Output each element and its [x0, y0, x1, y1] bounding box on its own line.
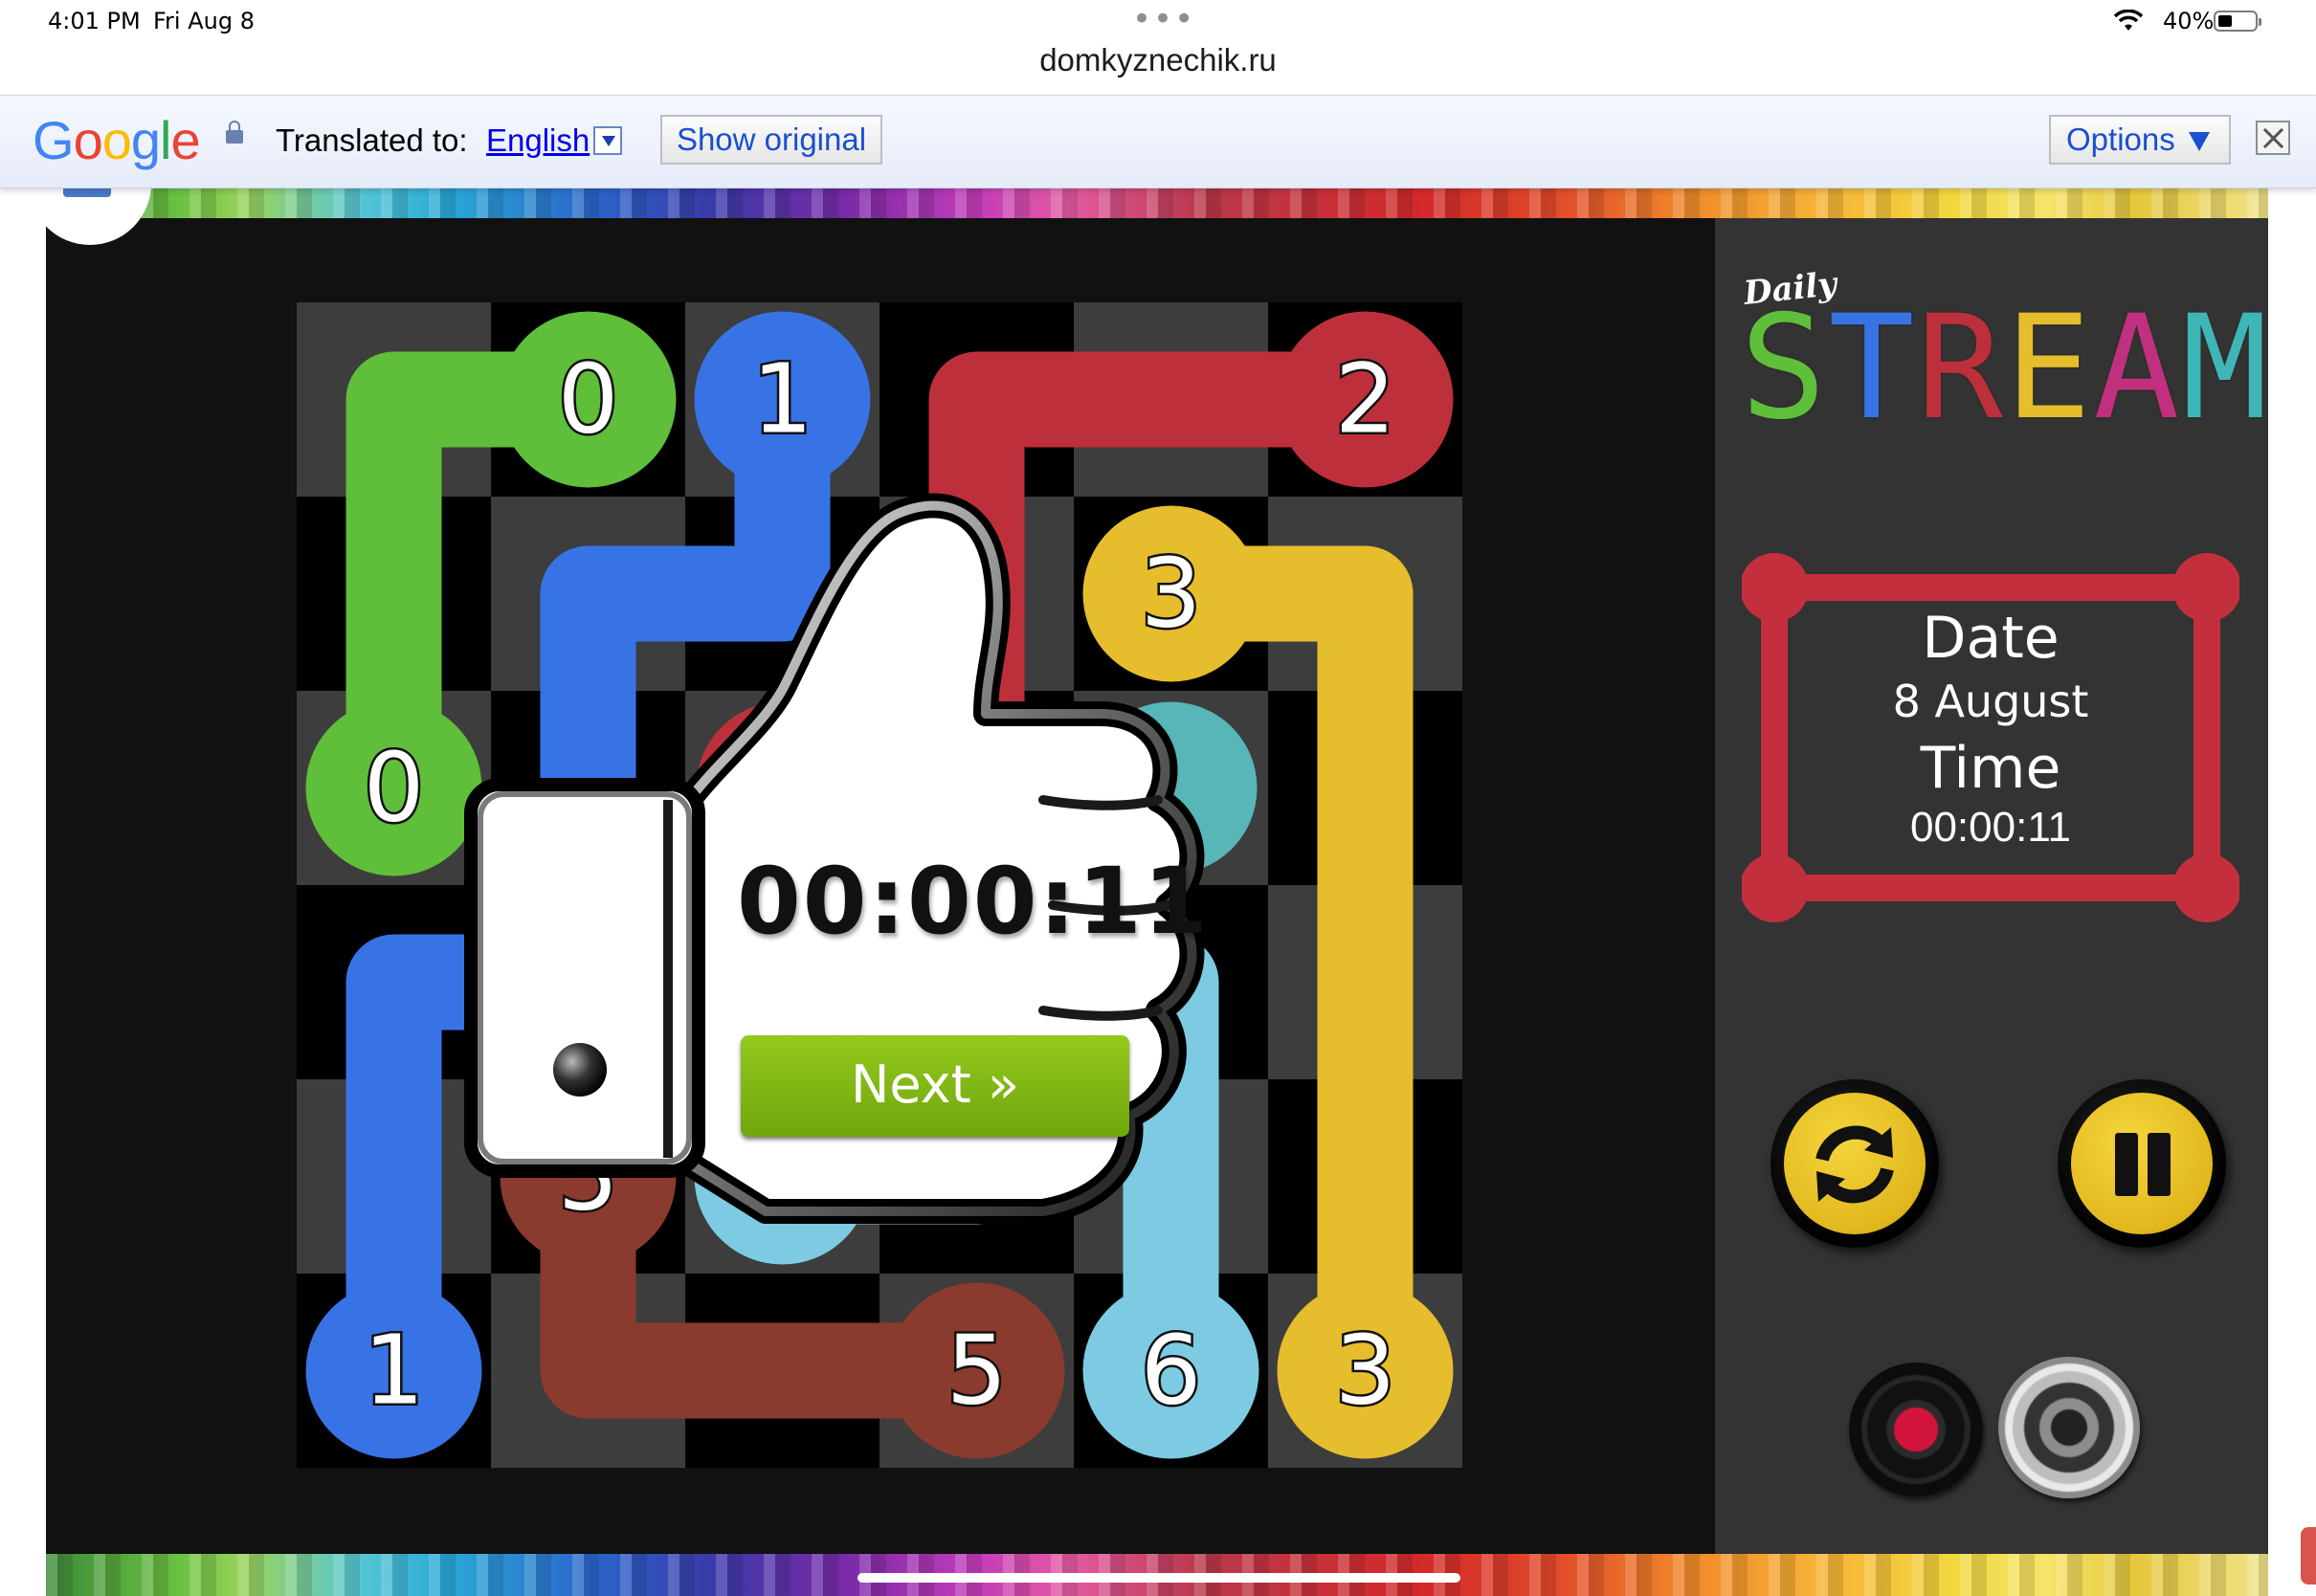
battery-level [2218, 15, 2233, 27]
restart-button[interactable] [1770, 1079, 1939, 1248]
wifi-icon [2113, 10, 2144, 31]
win-time: 00:00:11 [737, 848, 1210, 955]
thumb-cuff [464, 778, 705, 1178]
decorative-stripe-top [46, 188, 2268, 218]
status-time: 4:01 PM [48, 8, 141, 34]
pause-icon [2071, 1093, 2213, 1234]
home-indicator[interactable] [857, 1573, 1460, 1583]
pause-button[interactable] [2058, 1079, 2226, 1248]
flow-endpoint-label: 0 [364, 732, 425, 844]
show-original-button[interactable]: Show original [660, 115, 882, 165]
multitasking-dots-icon[interactable]: ••• [1132, 0, 1195, 38]
logo-letter: S [1740, 285, 1829, 452]
logo-letter: A [2093, 285, 2182, 452]
refresh-icon [1815, 1125, 1894, 1204]
battery-icon [2214, 11, 2261, 32]
logo-letter: T [1828, 285, 1917, 452]
close-icon[interactable] [2256, 121, 2290, 155]
options-label: Options [2066, 122, 2175, 157]
flow-endpoint-label: 5 [946, 1315, 1008, 1427]
lock-icon [226, 121, 243, 144]
time-value: 00:00:11 [1909, 804, 2071, 851]
flow-endpoint-label: 1 [752, 344, 813, 455]
translated-to-label: Translated to: [276, 122, 468, 158]
date-value: 8 August [1892, 676, 2089, 727]
language-link[interactable]: English [486, 122, 590, 159]
logo-letter: M [2181, 285, 2270, 452]
speaker-icon[interactable] [1998, 1357, 2140, 1498]
status-bar: 4:01 PM Fri Aug 8 ••• 40% domkyznechik.r… [0, 0, 2316, 96]
time-label: Time [1920, 735, 2061, 802]
next-button[interactable]: Next » [741, 1035, 1129, 1137]
address-url[interactable]: domkyznechik.ru [0, 42, 2316, 78]
flow-endpoint-label: 6 [1141, 1315, 1202, 1427]
flow-endpoint-label: 2 [1335, 344, 1396, 455]
stream-logo: STREAM [1740, 297, 2270, 440]
flow-endpoint-label: 3 [1335, 1315, 1396, 1427]
record-icon[interactable] [1849, 1363, 1983, 1496]
options-button[interactable]: Options [2049, 115, 2231, 165]
edge-tab[interactable] [2301, 1527, 2316, 1585]
date-label: Date [1922, 605, 2060, 672]
logo-letter: E [2004, 285, 2094, 452]
status-date: Fri Aug 8 [153, 8, 255, 34]
logo-letter: R [1916, 285, 2005, 452]
google-logo: Google [33, 110, 201, 170]
battery-percent: 40% [2163, 8, 2215, 34]
language-dropdown-icon[interactable] [593, 126, 622, 155]
triangle-down-icon [2189, 132, 2210, 151]
translate-bar: Google Translated to: English Show origi… [0, 96, 2316, 188]
flow-endpoint-label: 0 [558, 344, 619, 455]
flow-endpoint-label: 1 [364, 1315, 425, 1427]
